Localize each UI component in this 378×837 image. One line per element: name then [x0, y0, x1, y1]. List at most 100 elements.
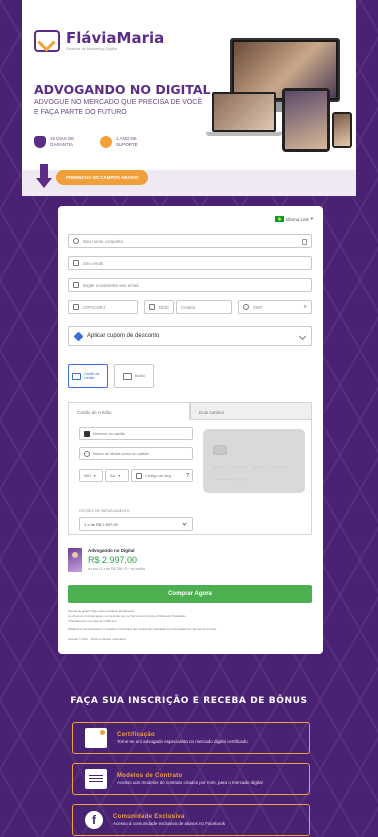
- support-text: 1 ANO DE SUPORTE: [116, 136, 138, 147]
- user-icon: [84, 450, 90, 457]
- bonus-desc: Acesso aos modelos de contrato criados p…: [117, 779, 263, 785]
- hero-banner: FláviaMaria Gestora de Marketing Digital…: [22, 0, 356, 196]
- chevron-down-icon: [298, 332, 307, 340]
- product-price: R$ 2.997,00: [88, 555, 138, 565]
- year-select[interactable]: AA ▾: [105, 469, 129, 482]
- bonus-desc: Acesso a comunidade exclusiva de alunos …: [113, 820, 226, 826]
- credit-card-icon: [72, 372, 81, 380]
- id-card-icon: [302, 239, 307, 245]
- logo-name: FláviaMaria: [66, 29, 165, 47]
- logo-mark-icon: [34, 30, 60, 52]
- email-confirm-field[interactable]: Digite novamente seu email: [68, 278, 312, 292]
- month-placeholder: MM: [84, 473, 91, 478]
- ddd-field[interactable]: DDD: [144, 300, 174, 314]
- phone-icon: [149, 304, 155, 310]
- facebook-icon: f: [85, 811, 103, 829]
- name-placeholder: Seu nome completo: [83, 238, 124, 244]
- tag-icon: [73, 331, 84, 341]
- bonus-head: Certificação: [117, 731, 155, 738]
- brand-logo: FláviaMaria Gestora de Marketing Digital: [34, 30, 164, 52]
- search-icon[interactable]: ⌕: [304, 304, 307, 311]
- coupon-toggle[interactable]: Aplicar cupom de desconto: [68, 326, 312, 346]
- document-icon: [85, 769, 107, 789]
- method-boleto-label: Boleto: [135, 373, 145, 378]
- tab-two-cards[interactable]: Dois cartões: [190, 402, 312, 420]
- guarantee-badge: 15 DIAS DE GARANTIA: [34, 136, 84, 148]
- copyright: Hotmart © 2024 · Todos os direitos reser…: [68, 637, 126, 641]
- product-name: Advogando no Digital: [88, 548, 135, 553]
- cta-row: PREENCHA OS CAMPOS ABAIXO: [36, 164, 149, 190]
- card-number-field[interactable]: Número do cartão: [79, 427, 193, 440]
- cvv-field[interactable]: Código de seg. ?: [131, 469, 193, 482]
- method-boleto[interactable]: Boleto: [114, 364, 154, 388]
- shield-icon: [34, 136, 46, 148]
- card-holder-field[interactable]: Nome do titular como no cartão: [79, 447, 193, 460]
- cep-placeholder: CEP: [253, 304, 263, 310]
- card-holder-placeholder: Nome do titular como no cartão: [93, 451, 149, 456]
- email-confirm-placeholder: Digite novamente seu email: [83, 282, 139, 288]
- language-label: Idioma Link: [285, 216, 309, 222]
- tablet-image: [282, 88, 330, 152]
- cpf-placeholder: CPF/CNPJ: [83, 304, 106, 310]
- devices-mockup: [206, 28, 352, 168]
- bonus-community: f Comunidade Exclusiva Acesso a comunida…: [72, 804, 310, 836]
- product-summary: Advogando no Digital R$ 2.997,00 ou em 1…: [68, 548, 145, 572]
- chevron-down-icon: [182, 521, 187, 526]
- hero-title: ADVOGANDO NO DIGITAL: [34, 82, 211, 97]
- product-thumbnail: [68, 548, 82, 572]
- support-badge: 1 ANO DE SUPORTE: [100, 136, 146, 148]
- coupon-label: Aplicar cupom de desconto: [87, 333, 160, 339]
- guarantee-text: 15 DIAS DE GARANTIA: [50, 136, 75, 147]
- language-selector[interactable]: Idioma Link ▾: [274, 216, 313, 222]
- hero-badges: 15 DIAS DE GARANTIA 1 ANO DE SUPORTE: [34, 136, 146, 148]
- card-number-placeholder: Número do cartão: [93, 431, 126, 436]
- phone-field[interactable]: Celular: [176, 300, 232, 314]
- email-placeholder: Seu email: [83, 260, 104, 266]
- card-preview-number: •••• •••• •••• ••••: [213, 465, 290, 471]
- bonus-desc: Torne-se um advogado especialista no mer…: [117, 738, 248, 744]
- installments-value: 1 x de R$ 2.997,00: [84, 522, 118, 527]
- year-placeholder: AA: [110, 473, 116, 478]
- interest-note: *Parcelamento com taxa de 2,49% a.m.: [68, 619, 118, 623]
- card-number-icon: [84, 430, 90, 437]
- bonus-head: Modelos de Contrato: [117, 772, 183, 779]
- caret-down-icon: ▾: [118, 473, 121, 478]
- location-pin-icon: [243, 304, 249, 310]
- card-preview: •••• •••• •••• •••• •••• ••• ••/••: [203, 429, 305, 493]
- card-preview-holder: •••• ••• ••/••: [213, 477, 247, 482]
- bonus-title: FAÇA SUA INSCRIÇÃO E RECEBA DE BÔNUS: [70, 696, 308, 706]
- tab-credit-card[interactable]: Cartão de crédito: [68, 402, 190, 420]
- cep-field[interactable]: CEP ⌕: [238, 300, 312, 314]
- bonus-contract-models: Modelos de Contrato Acesso aos modelos d…: [72, 763, 310, 795]
- document-icon: [73, 304, 79, 310]
- caret-down-icon: ▾: [93, 473, 96, 478]
- user-icon: [73, 238, 79, 244]
- cpf-field[interactable]: CPF/CNPJ: [68, 300, 138, 314]
- card-chip-icon: [213, 445, 227, 455]
- fill-fields-pill: PREENCHA OS CAMPOS ABAIXO: [56, 169, 149, 185]
- checkout-card: Idioma Link ▾ Seu nome completo Seu emai…: [58, 206, 323, 654]
- card-tab-panel: Número do cartão Nome do titular como no…: [68, 419, 312, 535]
- certificate-icon: [85, 728, 107, 748]
- buy-now-button[interactable]: Comprar Agora: [68, 585, 312, 603]
- phone-image: [332, 112, 352, 148]
- cvv-placeholder: Código de seg.: [145, 473, 172, 478]
- help-icon[interactable]: ?: [186, 473, 189, 479]
- payment-methods: Cartão de crédito Boleto: [68, 364, 154, 388]
- method-credit-card[interactable]: Cartão de crédito: [68, 364, 108, 388]
- installments-label: OPÇÕES DE PARCELAMENTO: [79, 509, 130, 513]
- phone-placeholder: Celular: [181, 304, 196, 310]
- bonus-head: Comunidade Exclusiva: [113, 813, 185, 820]
- support-icon: [100, 136, 112, 148]
- envelope-icon: [73, 260, 79, 266]
- bonus-certification: Certificação Torne-se um advogado especi…: [72, 722, 310, 754]
- installments-select[interactable]: 1 x de R$ 2.997,00: [79, 517, 193, 531]
- month-select[interactable]: MM ▾: [79, 469, 103, 482]
- envelope-icon: [73, 282, 79, 288]
- name-field[interactable]: Seu nome completo: [68, 234, 312, 248]
- email-field[interactable]: Seu email: [68, 256, 312, 270]
- ddd-placeholder: DDD: [159, 304, 169, 310]
- hero-subtitle: ADVOGUE NO MERCADO QUE PRECISA DE VOCÊ E…: [34, 99, 203, 116]
- product-installments: ou em 12 x de R$ 299,70 * no cartão: [88, 567, 146, 571]
- caret-down-icon: ▾: [310, 216, 313, 221]
